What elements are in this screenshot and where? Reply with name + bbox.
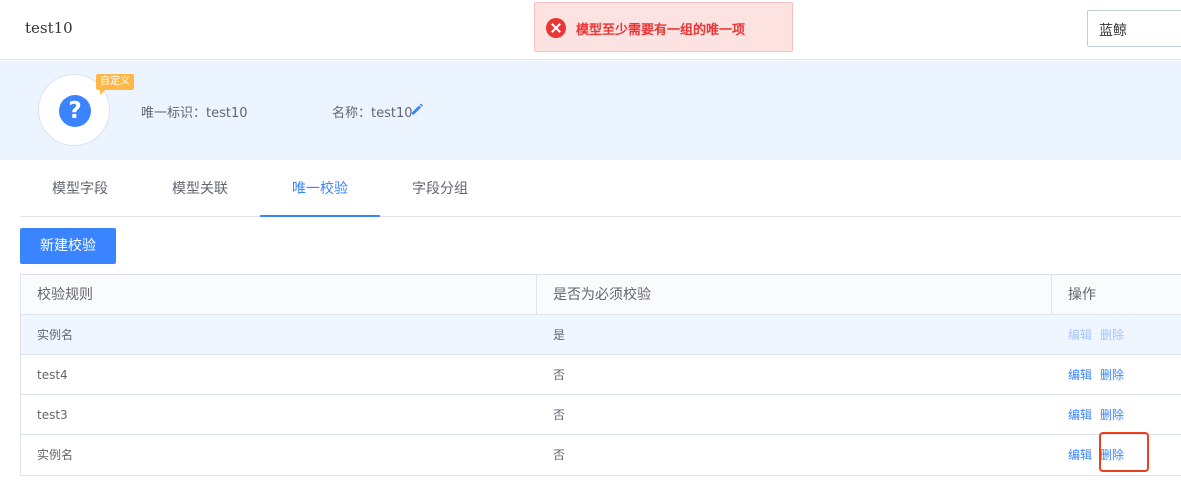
required-cell: 否 (553, 408, 566, 422)
actions-cell: 编辑 删除 (1052, 435, 1181, 474)
edit-button[interactable]: 编辑 (1068, 328, 1092, 342)
table-row: test3 否 编辑 删除 (21, 395, 1181, 435)
table-row: 实例名 是 编辑 删除 (21, 315, 1181, 355)
column-header-required: 是否为必须校验 (537, 275, 1052, 314)
tab-unique-check[interactable]: 唯一校验 (260, 160, 380, 217)
tab-model-relations[interactable]: 模型关联 (140, 160, 260, 217)
create-check-button[interactable]: 新建校验 (20, 228, 116, 264)
custom-badge: 自定义 (96, 74, 134, 95)
table-row: test4 否 编辑 删除 (21, 355, 1181, 395)
actions-cell: 编辑 删除 (1052, 395, 1181, 434)
pencil-icon[interactable] (410, 102, 424, 116)
column-header-rule: 校验规则 (21, 275, 537, 314)
required-cell: 否 (553, 448, 566, 462)
question-circle-icon: ? (59, 95, 91, 127)
unique-check-table: 校验规则 是否为必须校验 操作 实例名 是 编辑 删除 test4 否 编辑 删除 … (20, 274, 1181, 476)
required-cell: 是 (553, 328, 566, 342)
name-value: test10 (371, 106, 413, 121)
edit-button[interactable]: 编辑 (1068, 408, 1092, 422)
delete-button[interactable]: 删除 (1100, 448, 1124, 462)
model-uid: 唯一标识：test10 (141, 102, 248, 121)
rule-cell: test4 (37, 368, 68, 382)
rule-cell: 实例名 (37, 448, 74, 462)
delete-button[interactable]: 删除 (1100, 328, 1124, 342)
column-header-actions: 操作 (1068, 287, 1096, 303)
required-cell: 否 (553, 368, 566, 382)
model-info-header: ? 自定义 唯一标识：test10 名称：test10 (0, 61, 1181, 160)
toast-message: 模型至少需要有一组的唯一项 (576, 23, 746, 38)
model-name: 名称：test10 (332, 102, 413, 121)
tab-model-fields[interactable]: 模型字段 (20, 160, 140, 217)
error-circle-icon (546, 18, 566, 38)
page-title: test10 (25, 19, 73, 37)
rule-cell: 实例名 (37, 328, 74, 342)
error-toast: 模型至少需要有一组的唯一项 (534, 2, 793, 52)
delete-button[interactable]: 删除 (1100, 408, 1124, 422)
tab-bar: 模型字段 模型关联 唯一校验 字段分组 (20, 160, 1181, 217)
delete-button[interactable]: 删除 (1100, 368, 1124, 382)
business-select[interactable]: 蓝鲸 (1087, 10, 1181, 47)
uid-value: test10 (206, 106, 248, 121)
actions-cell: 编辑 删除 (1052, 355, 1181, 394)
edit-button[interactable]: 编辑 (1068, 368, 1092, 382)
uid-label: 唯一标识： (141, 106, 207, 121)
tab-field-groups[interactable]: 字段分组 (380, 160, 500, 217)
name-label: 名称： (332, 106, 372, 121)
edit-button[interactable]: 编辑 (1068, 448, 1092, 462)
rule-cell: test3 (37, 408, 68, 422)
actions-cell: 编辑 删除 (1052, 315, 1181, 354)
table-row: 实例名 否 编辑 删除 (21, 435, 1181, 475)
table-header-row: 校验规则 是否为必须校验 操作 (21, 275, 1181, 315)
